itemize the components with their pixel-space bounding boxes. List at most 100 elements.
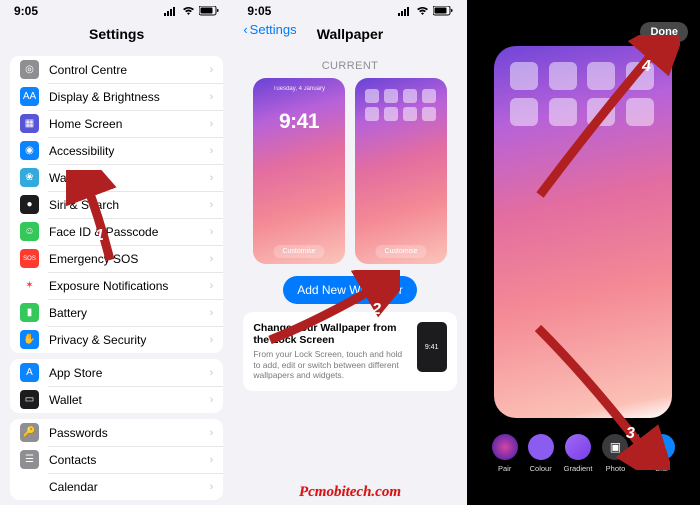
settings-pane: 9:05 Settings ◎Control Centre›AADisplay … (0, 0, 233, 505)
wallpaper-edit-pane: Done Pair Colour Gradient ▣ Photo 💧 Blur (467, 0, 700, 505)
settings-icon: ☰ (20, 450, 39, 469)
settings-label: Calendar (49, 480, 210, 494)
app-icon (422, 89, 436, 103)
option-label: Gradient (564, 464, 593, 473)
settings-row[interactable]: AADisplay & Brightness› (10, 83, 223, 110)
signal-icon (164, 7, 178, 16)
app-grid (494, 46, 672, 142)
app-icon (403, 89, 417, 103)
app-icon (626, 62, 654, 90)
add-wallpaper-button[interactable]: Add New Wallpaper (283, 276, 417, 304)
chevron-right-icon: › (210, 334, 214, 346)
app-icon (384, 89, 398, 103)
app-icon (549, 98, 577, 126)
settings-icon: ✶ (20, 276, 39, 295)
gradient-icon (565, 434, 591, 460)
option-label: Blur (655, 464, 668, 473)
settings-icon: ◉ (20, 141, 39, 160)
done-button[interactable]: Done (640, 22, 688, 42)
settings-row[interactable]: SOSEmergency SOS› (10, 245, 223, 272)
settings-icon: A (20, 363, 39, 382)
settings-row[interactable]: ●Siri & Search› (10, 191, 223, 218)
home-screen-preview[interactable]: Customise (355, 78, 447, 264)
section-header: CURRENT (233, 50, 466, 78)
settings-label: Passwords (49, 426, 210, 440)
settings-label: Battery (49, 306, 210, 320)
settings-row[interactable]: ✶Exposure Notifications› (10, 272, 223, 299)
settings-icon: ▭ (20, 390, 39, 409)
chevron-right-icon: › (210, 280, 214, 292)
chevron-right-icon: › (210, 394, 214, 406)
status-bar: 9:05 (233, 0, 466, 20)
chevron-right-icon: › (210, 199, 214, 211)
app-icon (587, 62, 615, 90)
settings-row[interactable]: ◉Accessibility› (10, 137, 223, 164)
wifi-icon (182, 7, 195, 16)
home-screen-big-preview[interactable] (494, 46, 672, 418)
app-icon (510, 62, 538, 90)
option-label: Photo (606, 464, 626, 473)
back-button[interactable]: ‹ Settings (243, 22, 296, 37)
customise-button[interactable]: Customise (375, 245, 426, 258)
chevron-right-icon: › (210, 481, 214, 493)
settings-row[interactable]: AApp Store› (10, 359, 223, 386)
chevron-right-icon: › (210, 367, 214, 379)
settings-row[interactable]: ▦ Calendar› (10, 473, 223, 500)
app-icon (587, 98, 615, 126)
settings-row[interactable]: ✋Privacy & Security› (10, 326, 223, 353)
pair-icon (492, 434, 518, 460)
app-icon (510, 98, 538, 126)
customise-button[interactable]: Customise (273, 245, 324, 258)
chevron-left-icon: ‹ (243, 22, 247, 37)
settings-row[interactable]: 🔑Passwords› (10, 419, 223, 446)
settings-group: 🔑Passwords›☰Contacts›▦Calendar› (10, 419, 223, 500)
chevron-right-icon: › (210, 64, 214, 76)
settings-icon: ▦ (20, 477, 39, 496)
wallpaper-option-gradient[interactable]: Gradient (564, 434, 593, 473)
status-time: 9:05 (14, 4, 38, 18)
settings-group: AApp Store›▭Wallet› (10, 359, 223, 413)
settings-icon: ▦ (20, 114, 39, 133)
settings-row[interactable]: ◎Control Centre› (10, 56, 223, 83)
photo-icon: ▣ (602, 434, 628, 460)
settings-label: Accessibility (49, 144, 210, 158)
chevron-right-icon: › (210, 118, 214, 130)
chevron-right-icon: › (210, 226, 214, 238)
wallpaper-option-pair[interactable]: Pair (492, 434, 518, 473)
settings-label: Wallet (49, 393, 210, 407)
settings-icon: ❀ (20, 168, 39, 187)
app-icon (422, 107, 436, 121)
chevron-right-icon: › (210, 307, 214, 319)
settings-label: Face ID & Passcode (49, 225, 210, 239)
tip-title: Change your Wallpaper from the Lock Scre… (253, 322, 406, 346)
lock-clock: 9:41 (253, 110, 345, 134)
settings-label: Home Screen (49, 117, 210, 131)
chevron-right-icon: › (210, 172, 214, 184)
page-title: Settings (0, 20, 233, 50)
lock-date: Tuesday, 4 January (253, 86, 345, 92)
settings-row[interactable]: ☺ Face ID & Passcode› (10, 218, 223, 245)
wallpaper-option-colour[interactable]: Colour (528, 434, 554, 473)
blur-icon: 💧 (649, 434, 675, 460)
settings-icon: ☺ (20, 222, 39, 241)
settings-label: Siri & Search (49, 198, 210, 212)
app-icon (549, 62, 577, 90)
settings-row[interactable]: ▦ Home Screen› (10, 110, 223, 137)
wallpaper-pane: 9:05 ‹ Settings Wallpaper CURRENT Tuesda… (233, 0, 466, 505)
settings-row[interactable]: ▮ Battery› (10, 299, 223, 326)
settings-icon: ✋ (20, 330, 39, 349)
wallpaper-option-photo[interactable]: ▣ Photo (602, 434, 628, 473)
settings-row[interactable]: ☰Contacts› (10, 446, 223, 473)
lock-screen-preview[interactable]: Tuesday, 4 January 9:41 Customise (253, 78, 345, 264)
wallpaper-option-blur[interactable]: 💧 Blur (649, 434, 675, 473)
app-icon (365, 107, 379, 121)
app-icon (365, 89, 379, 103)
settings-icon: ▮ (20, 303, 39, 322)
status-bar: 9:05 (0, 0, 233, 20)
chevron-right-icon: › (210, 91, 214, 103)
settings-group: ◎Control Centre›AADisplay & Brightness›▦… (10, 56, 223, 353)
settings-label: Emergency SOS (49, 252, 210, 266)
settings-row[interactable]: ❀Wallpaper› (10, 164, 223, 191)
settings-row[interactable]: ▭ Wallet› (10, 386, 223, 413)
chevron-right-icon: › (210, 427, 214, 439)
